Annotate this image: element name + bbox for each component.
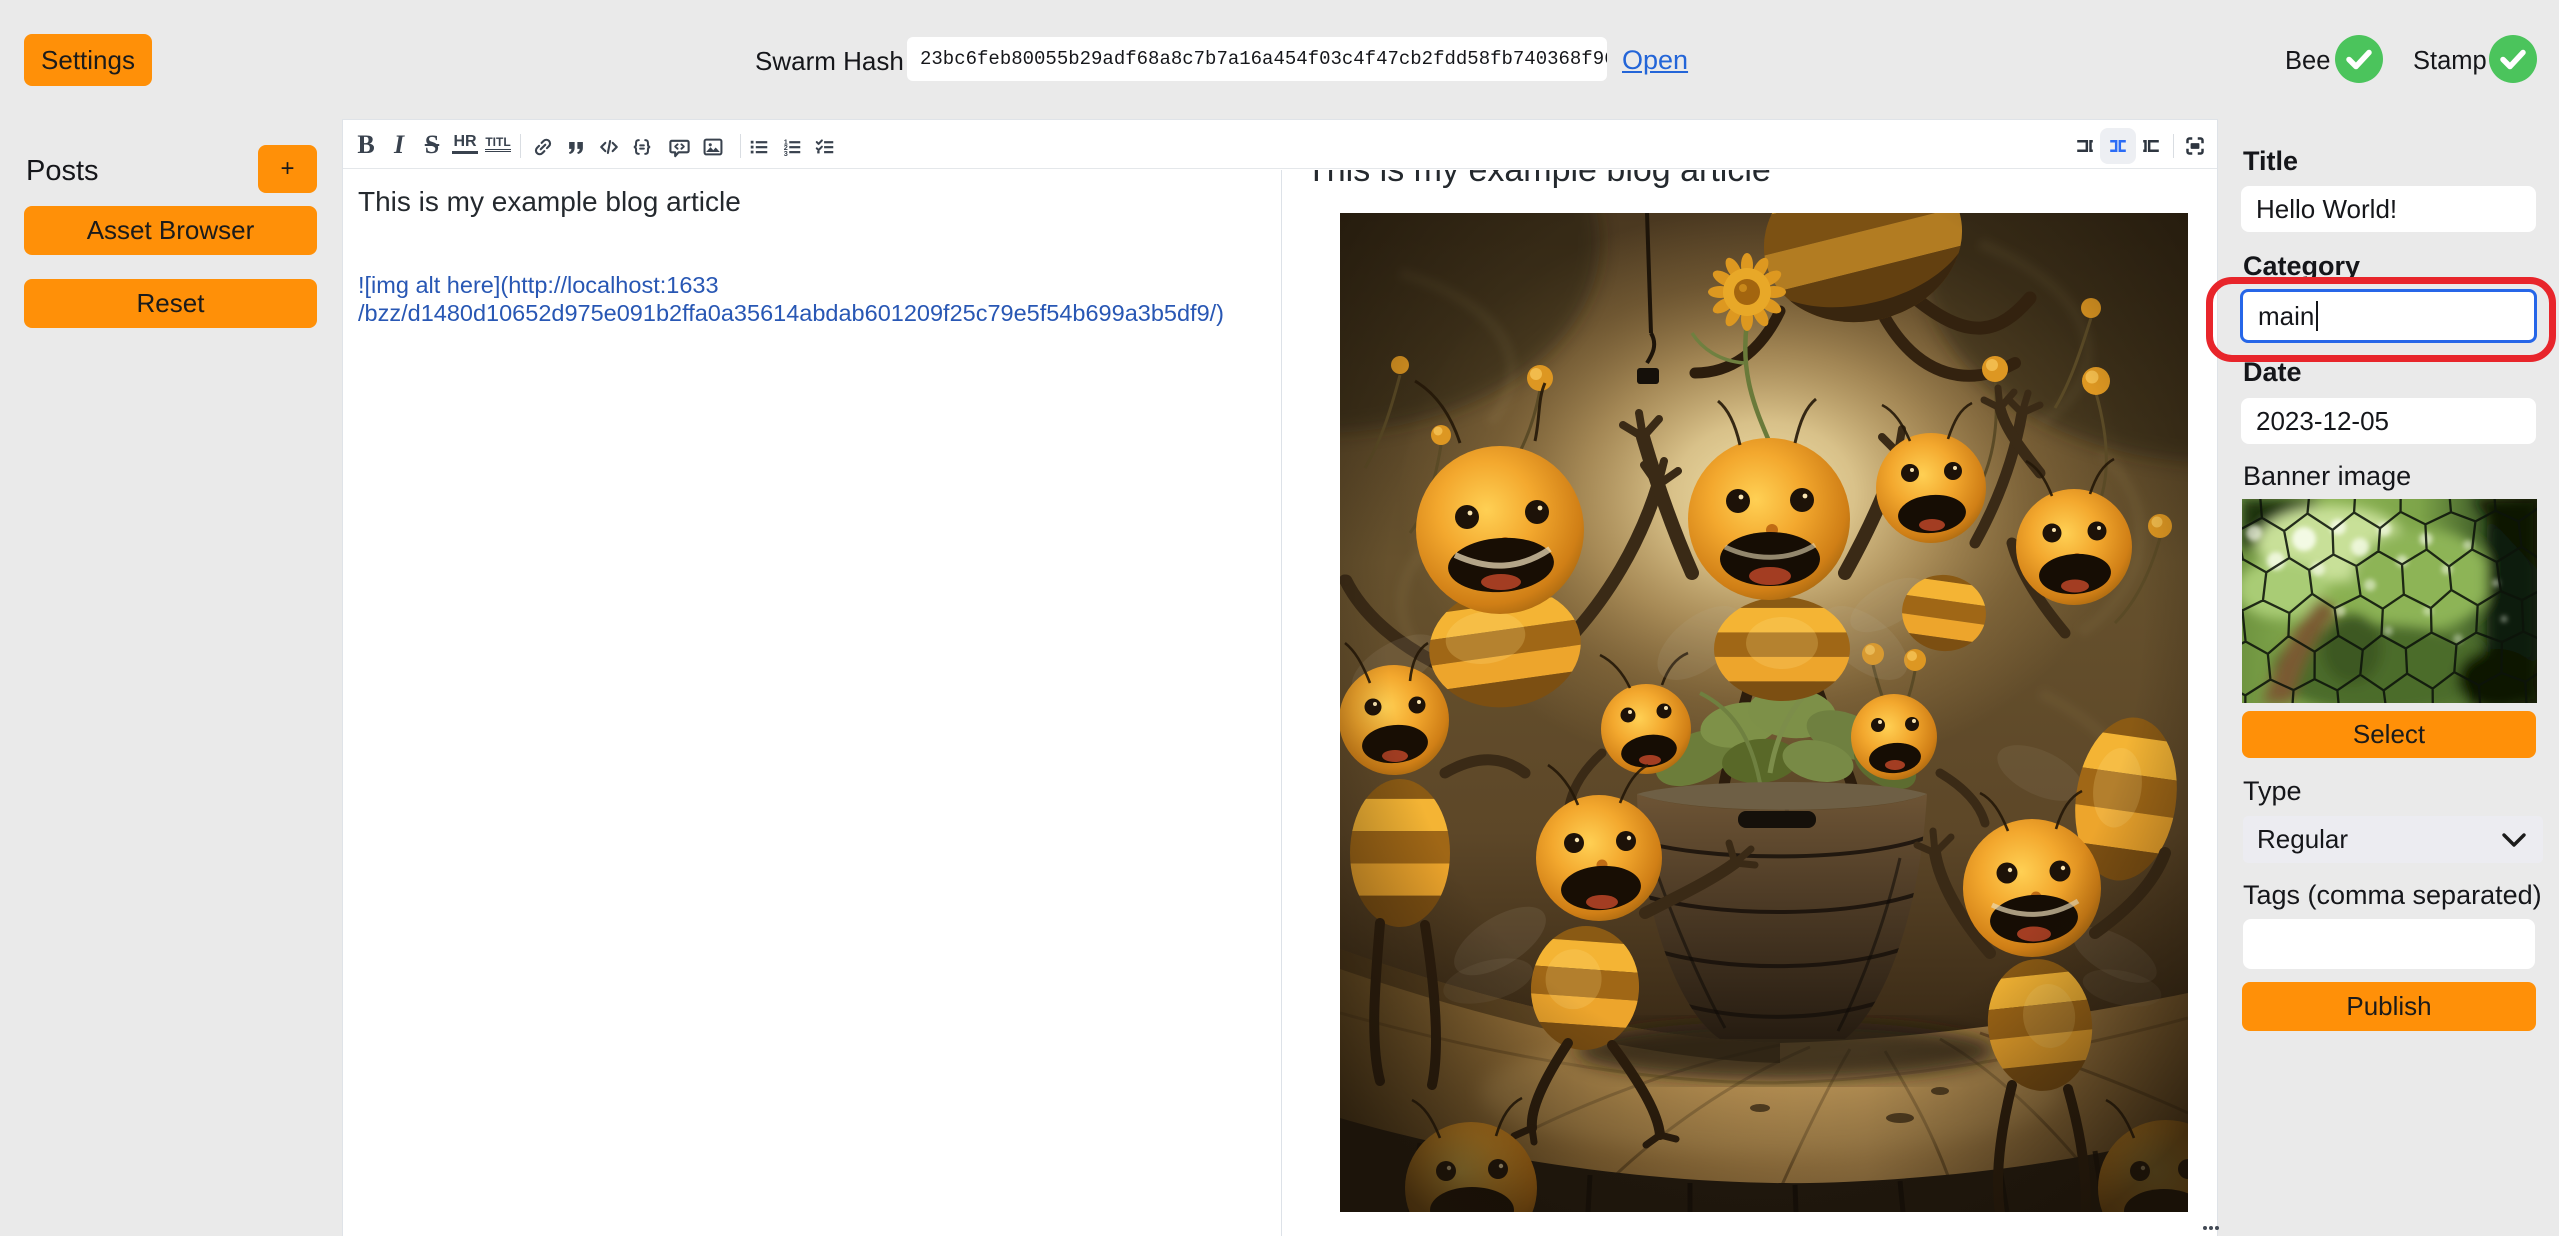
svg-text:3: 3 (784, 149, 788, 158)
